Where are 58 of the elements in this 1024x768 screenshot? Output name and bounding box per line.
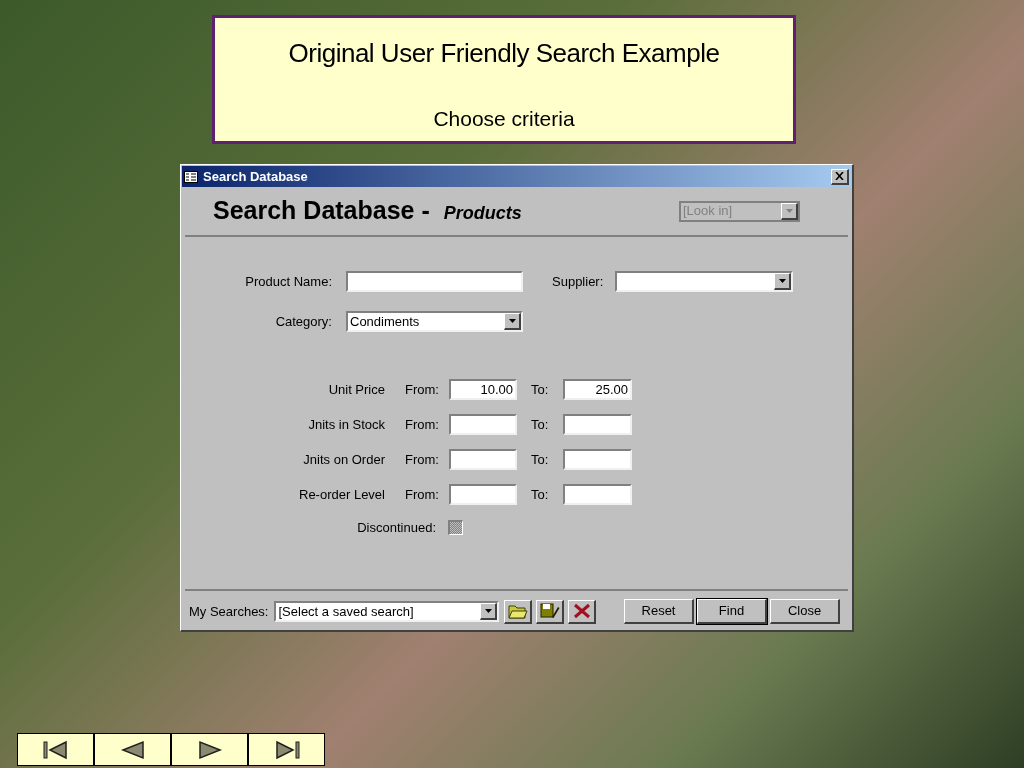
toolbar-button[interactable] [504,599,533,624]
field-label: From: [405,485,440,504]
form-icon [184,170,198,183]
to-field[interactable] [563,414,632,435]
delete-icon [572,603,592,619]
field-label: To: [531,415,550,434]
from-field[interactable]: 10.00 [449,379,517,400]
field-label: Unit Price [327,380,385,399]
field-label: To: [531,485,550,504]
floppy-pencil-icon [540,603,560,619]
caret-icon [778,279,786,283]
banner-title: Original User Friendly Search Example [288,37,720,70]
slide-nav-button[interactable] [94,733,171,766]
caret-icon [485,609,492,613]
close-icon [835,172,844,180]
slide-nav-button[interactable] [248,733,325,766]
field-label: To: [531,450,550,469]
slide-nav-button[interactable] [171,733,248,766]
saved-search-dropdown[interactable]: [Select a saved search] [274,601,500,622]
dropdown-arrow-button[interactable] [774,273,791,290]
window-title: Search Database [203,167,308,186]
field-label: Re-order Level [298,485,385,504]
from-field[interactable] [449,414,517,435]
form-heading: Search Database - [213,195,430,227]
category-dropdown[interactable]: Condiments [346,311,523,332]
field-label: Jnits on Order [302,450,385,469]
field-label: From: [405,415,440,434]
checkbox[interactable] [448,520,463,536]
field-label: Product Name: [244,272,333,291]
from-field[interactable] [449,484,517,505]
toolbar-button[interactable] [536,599,565,624]
field-label: Discontinued: [356,519,436,537]
field-label: To: [531,380,550,399]
field-label: Supplier: [552,272,605,291]
caret-icon [508,319,516,323]
field-label: From: [405,450,440,469]
banner-subtitle: Choose criteria [433,106,575,132]
dropdown-arrow-button[interactable] [480,603,498,620]
dropdown-arrow-button[interactable] [504,313,521,330]
field-label: Jnits in Stock [307,415,385,434]
dialog-button[interactable]: Close [770,599,840,624]
to-field[interactable]: 25.00 [563,379,632,400]
field-label: From: [405,380,440,399]
product-name-field[interactable] [346,271,523,292]
close-button[interactable] [831,168,849,185]
folder-icon [508,603,528,619]
form-subheading: Products [443,202,522,226]
dialog-button[interactable]: Find [697,599,767,624]
caret-icon [785,208,793,213]
to-field[interactable] [563,449,632,470]
toolbar-button[interactable] [568,599,597,624]
field-label: My Searches: [189,602,269,621]
supplier-dropdown[interactable] [615,271,793,292]
dialog-button[interactable]: Reset [624,599,694,624]
slide-nav-button[interactable] [17,733,94,766]
to-field[interactable] [563,484,632,505]
field-label: Category: [274,312,333,331]
from-field[interactable] [449,449,517,470]
